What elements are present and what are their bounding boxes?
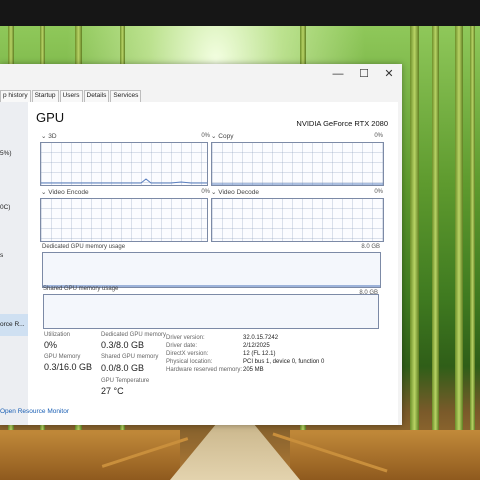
open-resource-monitor-link[interactable]: Open Resource Monitor: [0, 408, 69, 415]
graph-video-decode-name: Video Decode: [218, 189, 259, 196]
shared-gpu-memory-value: 0.0/8.0 GB: [101, 363, 145, 373]
gpu-panel: GPU NVIDIA GeForce RTX 2080 ⌄ 3D 0% ⌄ Co…: [28, 102, 398, 425]
monitor-bezel: [0, 0, 480, 26]
graph-3d-plot: [41, 178, 207, 184]
reserved-memory-value: 205 MB: [243, 367, 264, 373]
dedicated-memory-label: Dedicated GPU memory usage: [42, 244, 126, 250]
dedicated-memory-bar: [42, 252, 381, 288]
graph-video-decode-percent: 0%: [374, 189, 383, 195]
bamboo-stalk: [470, 26, 475, 446]
gpu-memory-value: 0.3/16.0 GB: [44, 362, 93, 372]
graph-3d-label[interactable]: ⌄ 3D: [41, 132, 57, 140]
sidebar-item-ethernet[interactable]: s: [0, 252, 3, 259]
graph-3d: [40, 142, 208, 186]
gpu-memory-label: GPU Memory: [44, 354, 81, 360]
page-title: GPU: [36, 110, 65, 125]
dedicated-gpu-memory-label: Dedicated GPU memory: [101, 332, 167, 338]
shared-memory-bar: [43, 294, 379, 329]
tab-details[interactable]: Details: [83, 90, 110, 102]
gpu-temperature-label: GPU Temperature: [101, 378, 150, 384]
utilization-value: 0%: [44, 340, 58, 350]
dedicated-memory-max: 8.0 GB: [361, 244, 380, 250]
grass: [0, 430, 180, 480]
bamboo-stalk: [455, 26, 463, 446]
graph-video-encode: [40, 198, 208, 242]
gpu-model-name: NVIDIA GeForce RTX 2080: [296, 119, 388, 128]
graph-video-encode-label[interactable]: ⌄ Video Encode: [41, 188, 89, 196]
driver-date-value: 2/12/2025: [243, 343, 270, 349]
graph-video-encode-name: Video Encode: [48, 189, 89, 196]
shared-memory-label: Shared GPU memory usage: [43, 286, 119, 292]
driver-version-key: Driver version:: [166, 335, 205, 341]
graph-video-encode-percent: 0%: [201, 189, 210, 195]
graph-video-decode: [211, 198, 384, 242]
bamboo-stalk: [432, 26, 439, 446]
grass: [290, 430, 480, 480]
graph-copy-percent: 0%: [374, 133, 383, 139]
maximize-button[interactable]: ☐: [356, 67, 372, 81]
directx-version-value: 12 (FL 12.1): [243, 351, 276, 357]
task-manager-window: — ☐ ✕ p history Startup Users Details Se…: [0, 64, 402, 425]
close-button[interactable]: ✕: [381, 67, 397, 81]
tab-services[interactable]: Services: [110, 90, 142, 102]
title-bar: — ☐ ✕: [0, 64, 402, 86]
tab-strip: p history Startup Users Details Services: [0, 90, 142, 102]
performance-sidebar: 5%) 0C) s orce R...: [0, 102, 28, 425]
graph-copy: [211, 142, 384, 186]
utilization-label: Utilization: [44, 332, 71, 338]
gpu-temperature-value: 27 °C: [101, 386, 124, 396]
tab-users[interactable]: Users: [59, 90, 83, 102]
graph-copy-label[interactable]: ⌄ Copy: [211, 132, 233, 140]
tab-app-history[interactable]: p history: [0, 90, 31, 102]
graph-3d-line: [41, 178, 207, 184]
sidebar-item-gpu-label: orce R...: [0, 321, 25, 328]
bamboo-stalk: [410, 26, 419, 446]
sidebar-item-gpu[interactable]: orce R...: [0, 314, 28, 336]
dedicated-gpu-memory-value: 0.3/8.0 GB: [101, 340, 145, 350]
graph-3d-name: 3D: [48, 133, 57, 140]
graph-3d-percent: 0%: [201, 133, 210, 139]
graph-copy-plot: [212, 183, 383, 185]
reserved-memory-key: Hardware reserved memory:: [166, 367, 243, 373]
sidebar-item-disk[interactable]: 0C): [0, 204, 10, 211]
physical-location-key: Physical location:: [166, 359, 213, 365]
driver-date-key: Driver date:: [166, 343, 198, 349]
graph-copy-name: Copy: [218, 133, 234, 140]
sidebar-item-cpu[interactable]: 5%): [0, 150, 12, 157]
minimize-button[interactable]: —: [330, 67, 346, 81]
driver-version-value: 32.0.15.7242: [243, 335, 279, 341]
tab-startup[interactable]: Startup: [31, 90, 59, 102]
directx-version-key: DirectX version:: [166, 351, 209, 357]
graph-video-decode-label[interactable]: ⌄ Video Decode: [211, 188, 259, 196]
stone-path: [170, 420, 300, 480]
physical-location-value: PCI bus 1, device 0, function 0: [243, 359, 325, 365]
shared-gpu-memory-label: Shared GPU memory: [101, 354, 159, 360]
